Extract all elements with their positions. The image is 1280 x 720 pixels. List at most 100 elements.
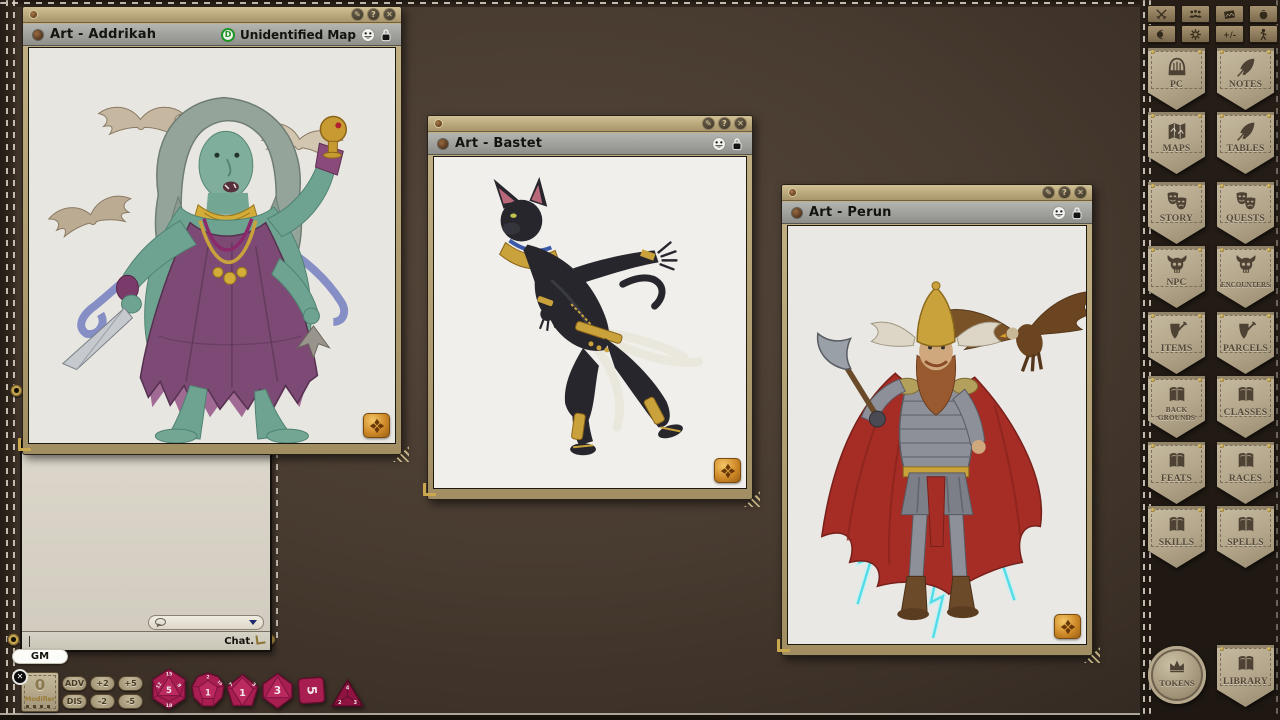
d6-die[interactable]: 5 <box>297 676 326 705</box>
sidebar-item-items[interactable]: ITEMS <box>1148 312 1205 374</box>
window-art-addrikah: ✎ ? ✕ Art - Addrikah D Unidentified Map <box>22 6 402 455</box>
d20-die[interactable]: 5 15 12 8 18 <box>150 667 188 711</box>
lock-icon[interactable] <box>380 28 392 42</box>
demon-skull-icon <box>1233 253 1259 278</box>
plus-minus-icon[interactable] <box>1215 25 1244 43</box>
minus5-button[interactable]: -5 <box>118 694 143 709</box>
sidebar-item-tokens[interactable]: TOKENS <box>1148 646 1206 704</box>
corner-bracket <box>18 438 31 451</box>
close-button[interactable]: ✕ <box>383 8 396 21</box>
plus2-button[interactable]: +2 <box>90 676 115 691</box>
window-top-bar[interactable]: ✎ ? ✕ <box>23 7 401 23</box>
d10-die[interactable]: 1 7 3 <box>226 673 259 709</box>
titlebar-knob <box>437 138 449 150</box>
enter-arrow-icon <box>255 634 265 644</box>
window-top-bar[interactable]: ✎ ? ✕ <box>428 116 752 132</box>
token-pouch-icon[interactable] <box>1249 5 1278 23</box>
clear-modifier-button[interactable]: ✕ <box>12 669 28 685</box>
demon-skull-icon <box>1164 253 1190 278</box>
svg-text:18: 18 <box>166 703 173 709</box>
frame-knob <box>29 10 38 19</box>
sidebar-item-classes[interactable]: CLASSES <box>1217 376 1274 438</box>
modifier-label: Modifier <box>22 695 58 703</box>
window-art-bastet: ✎ ? ✕ Art - Bastet <box>427 115 753 500</box>
sidebar-item-feats[interactable]: FEATS <box>1148 442 1205 504</box>
bottom-edge-seam <box>0 715 1280 720</box>
sidebar-item-skills[interactable]: SKILLS <box>1148 506 1205 568</box>
adv-button[interactable]: ADV <box>62 676 87 691</box>
chat-entry-label: Chat. <box>224 636 254 647</box>
sidebar-item-races[interactable]: RACES <box>1217 442 1274 504</box>
edit-button[interactable]: ✎ <box>702 117 715 130</box>
crossed-swords-icon[interactable] <box>1147 5 1176 23</box>
plus5-button[interactable]: +5 <box>118 676 143 691</box>
window-titlebar[interactable]: Art - Addrikah D Unidentified Map <box>23 24 401 46</box>
d4-die[interactable]: 4 2 3 <box>330 678 365 709</box>
map-icon <box>1164 119 1190 144</box>
corner-bracket <box>777 639 790 652</box>
sidebar-item-story[interactable]: STORY <box>1148 182 1205 244</box>
sidebar-item-spells[interactable]: SPELLS <box>1217 506 1274 568</box>
svg-text:5: 5 <box>304 686 320 696</box>
share-face-icon[interactable] <box>1052 206 1066 220</box>
sidebar-item-notes[interactable]: NOTES <box>1217 48 1274 110</box>
window-titlebar[interactable]: Art - Bastet <box>428 133 752 155</box>
sidebar-item-npc[interactable]: NPC <box>1148 246 1205 308</box>
share-face-icon[interactable] <box>712 137 726 151</box>
close-button[interactable]: ✕ <box>734 117 747 130</box>
grommet-bottom-left <box>7 633 20 646</box>
edit-button[interactable]: ✎ <box>351 8 364 21</box>
svg-text:5: 5 <box>166 686 172 696</box>
radial-menu-button[interactable] <box>714 458 741 483</box>
d12-die[interactable]: 1 2 10 <box>191 671 225 709</box>
window-titlebar[interactable]: Art - Perun <box>782 202 1092 224</box>
sidebar-item-parcels[interactable]: PARCELS <box>1217 312 1274 374</box>
sidebar-item-tables[interactable]: TABLES <box>1217 112 1274 174</box>
sidebar-stitching-right <box>1276 0 1278 714</box>
text-caret <box>29 636 30 647</box>
person-icon[interactable] <box>1249 25 1278 43</box>
left-stitching-outer <box>6 0 8 714</box>
party-info-icon[interactable] <box>1181 5 1210 23</box>
image-icon[interactable] <box>1215 5 1244 23</box>
lock-icon[interactable] <box>731 137 743 151</box>
edit-button[interactable]: ✎ <box>1042 186 1055 199</box>
window-title: Art - Perun <box>809 205 892 220</box>
radial-menu-button[interactable] <box>363 413 390 438</box>
fantasy-grounds-desktop: Chat. GM ✎ ? ✕ Art - Addrikah D Unidenti… <box>0 0 1280 720</box>
gm-identity-label: GM <box>12 649 68 664</box>
help-button[interactable]: ? <box>718 117 731 130</box>
dis-button[interactable]: DIS <box>62 694 87 709</box>
help-button[interactable]: ? <box>1058 186 1071 199</box>
sidebar-item-pc[interactable]: PC <box>1148 48 1205 110</box>
close-button[interactable]: ✕ <box>1074 186 1087 199</box>
share-face-icon[interactable] <box>361 28 375 42</box>
day-night-icon[interactable] <box>1147 25 1176 43</box>
tome-icon <box>1164 383 1190 408</box>
frame-knob <box>434 119 443 128</box>
titlebar-knob <box>32 29 44 41</box>
help-button[interactable]: ? <box>367 8 380 21</box>
sidebar-item-library[interactable]: LIBRARY <box>1217 645 1274 707</box>
sidebar-item-maps[interactable]: MAPS <box>1148 112 1205 174</box>
radial-menu-button[interactable] <box>1054 614 1081 639</box>
id-indicator-badge[interactable]: D <box>221 28 235 42</box>
masks-icon <box>1164 189 1190 214</box>
helmet-icon <box>1164 55 1190 80</box>
chat-mode-dropdown[interactable] <box>148 615 264 630</box>
speech-bubble-icon <box>155 618 166 626</box>
d8-die[interactable]: 3 <box>261 672 294 710</box>
chat-log[interactable] <box>22 442 270 613</box>
tome-icon <box>1233 652 1259 677</box>
unidentified-map-label: Unidentified Map <box>240 28 356 42</box>
gear-icon[interactable] <box>1181 25 1210 43</box>
tome-icon <box>1233 449 1259 474</box>
frame-knob <box>788 188 797 197</box>
lock-icon[interactable] <box>1071 206 1083 220</box>
minus2-button[interactable]: -2 <box>90 694 115 709</box>
chat-input[interactable]: Chat. <box>22 631 270 650</box>
sidebar-item-backgrounds[interactable]: BACK GROUNDS <box>1148 376 1205 438</box>
sidebar-item-quests[interactable]: QUESTS <box>1217 182 1274 244</box>
sidebar-item-encounters[interactable]: ENCOUNTERS <box>1217 246 1274 308</box>
window-top-bar[interactable]: ✎ ? ✕ <box>782 185 1092 201</box>
